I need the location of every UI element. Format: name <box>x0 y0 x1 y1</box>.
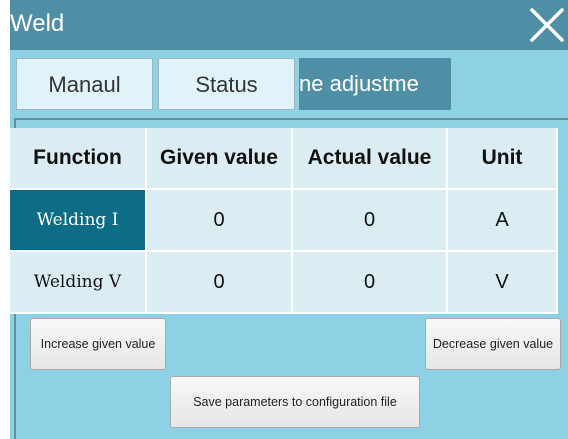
header-function: Function <box>10 128 147 190</box>
decrease-given-value-button[interactable]: Decrease given value <box>425 318 561 370</box>
title-bar: Weld <box>10 0 568 50</box>
row-unit-welding-i: A <box>448 190 558 252</box>
row-unit-welding-v: V <box>448 252 558 314</box>
row-function-welding-v[interactable]: Welding V <box>10 252 147 314</box>
header-unit: Unit <box>448 128 558 190</box>
row-actual-welding-i: 0 <box>293 190 448 252</box>
row-function-welding-i[interactable]: Welding I <box>10 190 147 252</box>
parameter-table: Function Given value Actual value Unit W… <box>10 128 558 316</box>
row-given-welding-i[interactable]: 0 <box>147 190 293 252</box>
increase-given-value-button[interactable]: Increase given value <box>30 318 166 370</box>
save-parameters-button[interactable]: Save parameters to configuration file <box>170 376 420 428</box>
tab-manual[interactable]: Manaul <box>16 58 153 110</box>
header-given-value: Given value <box>147 128 293 190</box>
row-given-welding-v[interactable]: 0 <box>147 252 293 314</box>
window-title: Weld <box>10 10 65 37</box>
tab-adjustment[interactable]: ne adjustme <box>299 58 451 110</box>
header-actual-value: Actual value <box>293 128 448 190</box>
close-icon[interactable] <box>528 6 566 44</box>
row-actual-welding-v: 0 <box>293 252 448 314</box>
tab-status[interactable]: Status <box>158 58 295 110</box>
